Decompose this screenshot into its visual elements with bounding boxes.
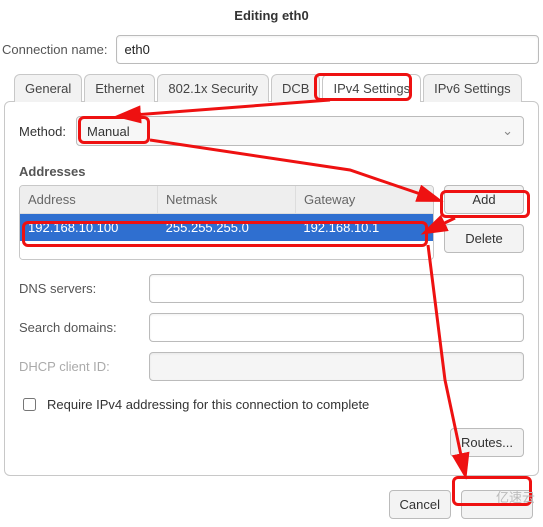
search-domains-row: Search domains:: [19, 313, 524, 342]
method-combobox[interactable]: Manual ⌄: [76, 116, 524, 146]
dhcp-client-id-input: [149, 352, 524, 381]
address-side-buttons: Add Delete: [444, 185, 524, 253]
window-title: Editing eth0: [0, 0, 543, 31]
dialog-footer: Cancel Save: [0, 476, 543, 527]
dhcp-client-id-row: DHCP client ID:: [19, 352, 524, 381]
ipv4-settings-pane: Method: Manual ⌄ Addresses Address Netma…: [4, 101, 539, 476]
search-domains-input[interactable]: [149, 313, 524, 342]
require-ipv4-row: Require IPv4 addressing for this connect…: [19, 395, 524, 414]
col-netmask[interactable]: Netmask: [158, 186, 296, 213]
delete-button[interactable]: Delete: [444, 224, 524, 253]
chevron-down-icon: ⌄: [502, 123, 513, 139]
tab-8021x-security[interactable]: 802.1x Security: [157, 74, 269, 102]
watermark: 亿速云: [496, 487, 535, 506]
addresses-header: Address Netmask Gateway: [20, 186, 433, 214]
cell-netmask[interactable]: 255.255.255.0: [158, 214, 296, 241]
tab-general[interactable]: General: [14, 74, 82, 102]
addresses-area: Address Netmask Gateway 192.168.10.100 2…: [19, 185, 524, 260]
connection-name-input[interactable]: [116, 35, 539, 64]
tab-ethernet[interactable]: Ethernet: [84, 74, 155, 102]
cancel-button[interactable]: Cancel: [389, 490, 451, 519]
table-empty-space: [20, 241, 433, 259]
connection-name-row: Connection name:: [0, 31, 543, 74]
form-grid: DNS servers: Search domains: DHCP client…: [19, 274, 524, 381]
cell-gateway[interactable]: 192.168.10.1: [295, 214, 433, 241]
tab-bar: General Ethernet 802.1x Security DCB IPv…: [0, 74, 543, 102]
table-row[interactable]: 192.168.10.100 255.255.255.0 192.168.10.…: [20, 214, 433, 241]
col-address[interactable]: Address: [20, 186, 158, 213]
cell-address[interactable]: 192.168.10.100: [20, 214, 158, 241]
method-value: Manual: [87, 124, 130, 139]
method-row: Method: Manual ⌄: [19, 116, 524, 146]
addresses-table[interactable]: Address Netmask Gateway 192.168.10.100 2…: [19, 185, 434, 260]
watermark-text: 亿速云: [496, 490, 535, 505]
add-button[interactable]: Add: [444, 185, 524, 214]
col-gateway[interactable]: Gateway: [296, 186, 433, 213]
dns-servers-input[interactable]: [149, 274, 524, 303]
search-domains-label: Search domains:: [19, 320, 139, 335]
tab-ipv6-settings[interactable]: IPv6 Settings: [423, 74, 522, 102]
tab-dcb[interactable]: DCB: [271, 74, 320, 102]
connection-name-label: Connection name:: [2, 42, 108, 57]
routes-button[interactable]: Routes...: [450, 428, 524, 457]
require-ipv4-label: Require IPv4 addressing for this connect…: [47, 397, 369, 412]
dhcp-client-id-label: DHCP client ID:: [19, 359, 139, 374]
require-ipv4-checkbox[interactable]: [23, 398, 36, 411]
addresses-title: Addresses: [19, 164, 524, 179]
method-label: Method:: [19, 124, 66, 139]
tab-ipv4-settings[interactable]: IPv4 Settings: [322, 74, 421, 102]
routes-row: Routes...: [19, 428, 524, 457]
dns-servers-label: DNS servers:: [19, 281, 139, 296]
dns-servers-row: DNS servers:: [19, 274, 524, 303]
